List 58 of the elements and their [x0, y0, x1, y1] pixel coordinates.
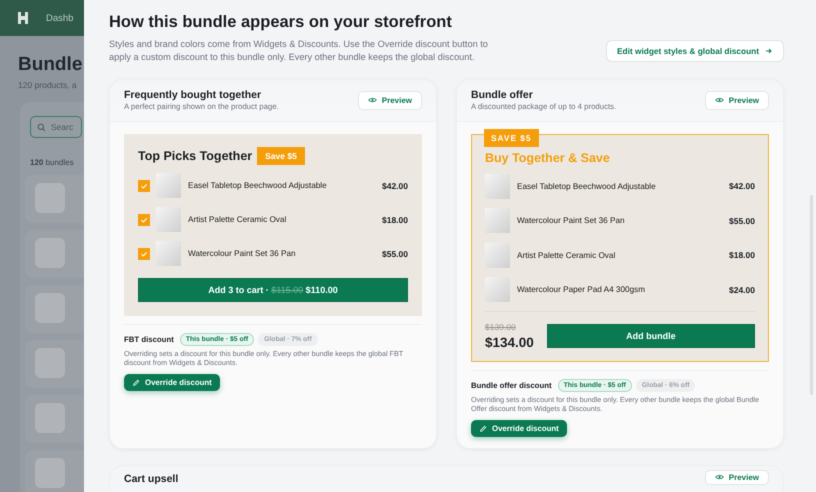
photo-placeholder [485, 174, 510, 198]
eye-icon [714, 474, 724, 480]
widget-heading: Top Picks Together [138, 148, 252, 163]
page-subtitle: 120 products, a [18, 80, 78, 90]
edit-styles-button[interactable]: Edit widget styles & global discount [606, 40, 784, 62]
product-name: Easel Tabletop Beechwood Adjustable [517, 182, 657, 190]
add-bundle-button[interactable]: Add bundle [546, 324, 755, 348]
product-name: Artist Palette Ceramic Oval [188, 215, 288, 224]
save-badge: SAVE $5 [484, 128, 539, 147]
card-title: Bundle offer [471, 89, 534, 102]
product-name: Watercolour Paint Set 36 Pan [188, 249, 297, 258]
product-price: $42.00 [729, 181, 755, 191]
widget-heading: Buy Together & Save [485, 150, 611, 165]
card-title: Cart upsell [124, 472, 178, 485]
product-price: $18.00 [729, 250, 755, 260]
preview-button[interactable]: Preview [358, 90, 422, 110]
photo-placeholder [156, 241, 181, 266]
checkbox[interactable] [138, 214, 150, 226]
pencil-icon [132, 378, 140, 387]
product-name: Easel Tabletop Beechwood Adjustable [188, 181, 328, 190]
bundle-row[interactable] [25, 230, 84, 278]
checkbox[interactable] [138, 248, 150, 260]
add-to-cart-button[interactable]: Add 3 to cart · $115.00 $110.00 [138, 278, 408, 302]
page-title: Bundle [18, 54, 84, 76]
eye-icon [368, 97, 377, 104]
photo-placeholder [485, 208, 510, 233]
photo-placeholder [156, 173, 181, 198]
bundle-row[interactable] [25, 285, 84, 333]
bundle-row[interactable] [25, 175, 84, 223]
nav-item[interactable]: Dashb [46, 12, 74, 24]
product-price: $24.00 [729, 284, 755, 294]
search-icon [37, 122, 46, 132]
preview-button[interactable]: Preview [704, 470, 769, 485]
original-price: $139.00 [485, 322, 517, 332]
save-badge: Save $5 [257, 146, 305, 165]
product-price: $55.00 [729, 216, 755, 226]
product-name: Watercolour Paper Pad A4 300gsm [517, 285, 646, 294]
photo-placeholder [485, 242, 510, 268]
photo-placeholder [156, 207, 181, 232]
bundle-count: 120 bundles [30, 158, 75, 167]
arrow-icon [765, 46, 773, 55]
bundle-row[interactable] [25, 340, 84, 388]
checkbox[interactable] [138, 180, 150, 192]
drawer-title: How this bundle appears on your storefront [109, 13, 453, 32]
eye-icon [714, 97, 724, 104]
pencil-icon [479, 424, 487, 433]
drawer-description: Styles and brand colors come from Widgets & Discounts. Use the Override discount button to apply a custom discount to this bundle only. Every other bundle keeps the global discount. [109, 38, 489, 64]
product-name: Watercolour Paint Set 36 Pan [517, 216, 626, 225]
product-price: $18.00 [382, 214, 408, 225]
photo-placeholder [485, 277, 510, 302]
bundle-row[interactable] [25, 395, 84, 443]
card-title: Frequently bought together [124, 89, 262, 102]
product-price: $55.00 [382, 248, 408, 259]
preview-button[interactable]: Preview [704, 90, 769, 110]
logo-icon [15, 10, 31, 26]
product-price: $42.00 [382, 180, 408, 191]
product-name: Artist Palette Ceramic Oval [517, 250, 616, 260]
total-price: $134.00 [485, 334, 534, 350]
